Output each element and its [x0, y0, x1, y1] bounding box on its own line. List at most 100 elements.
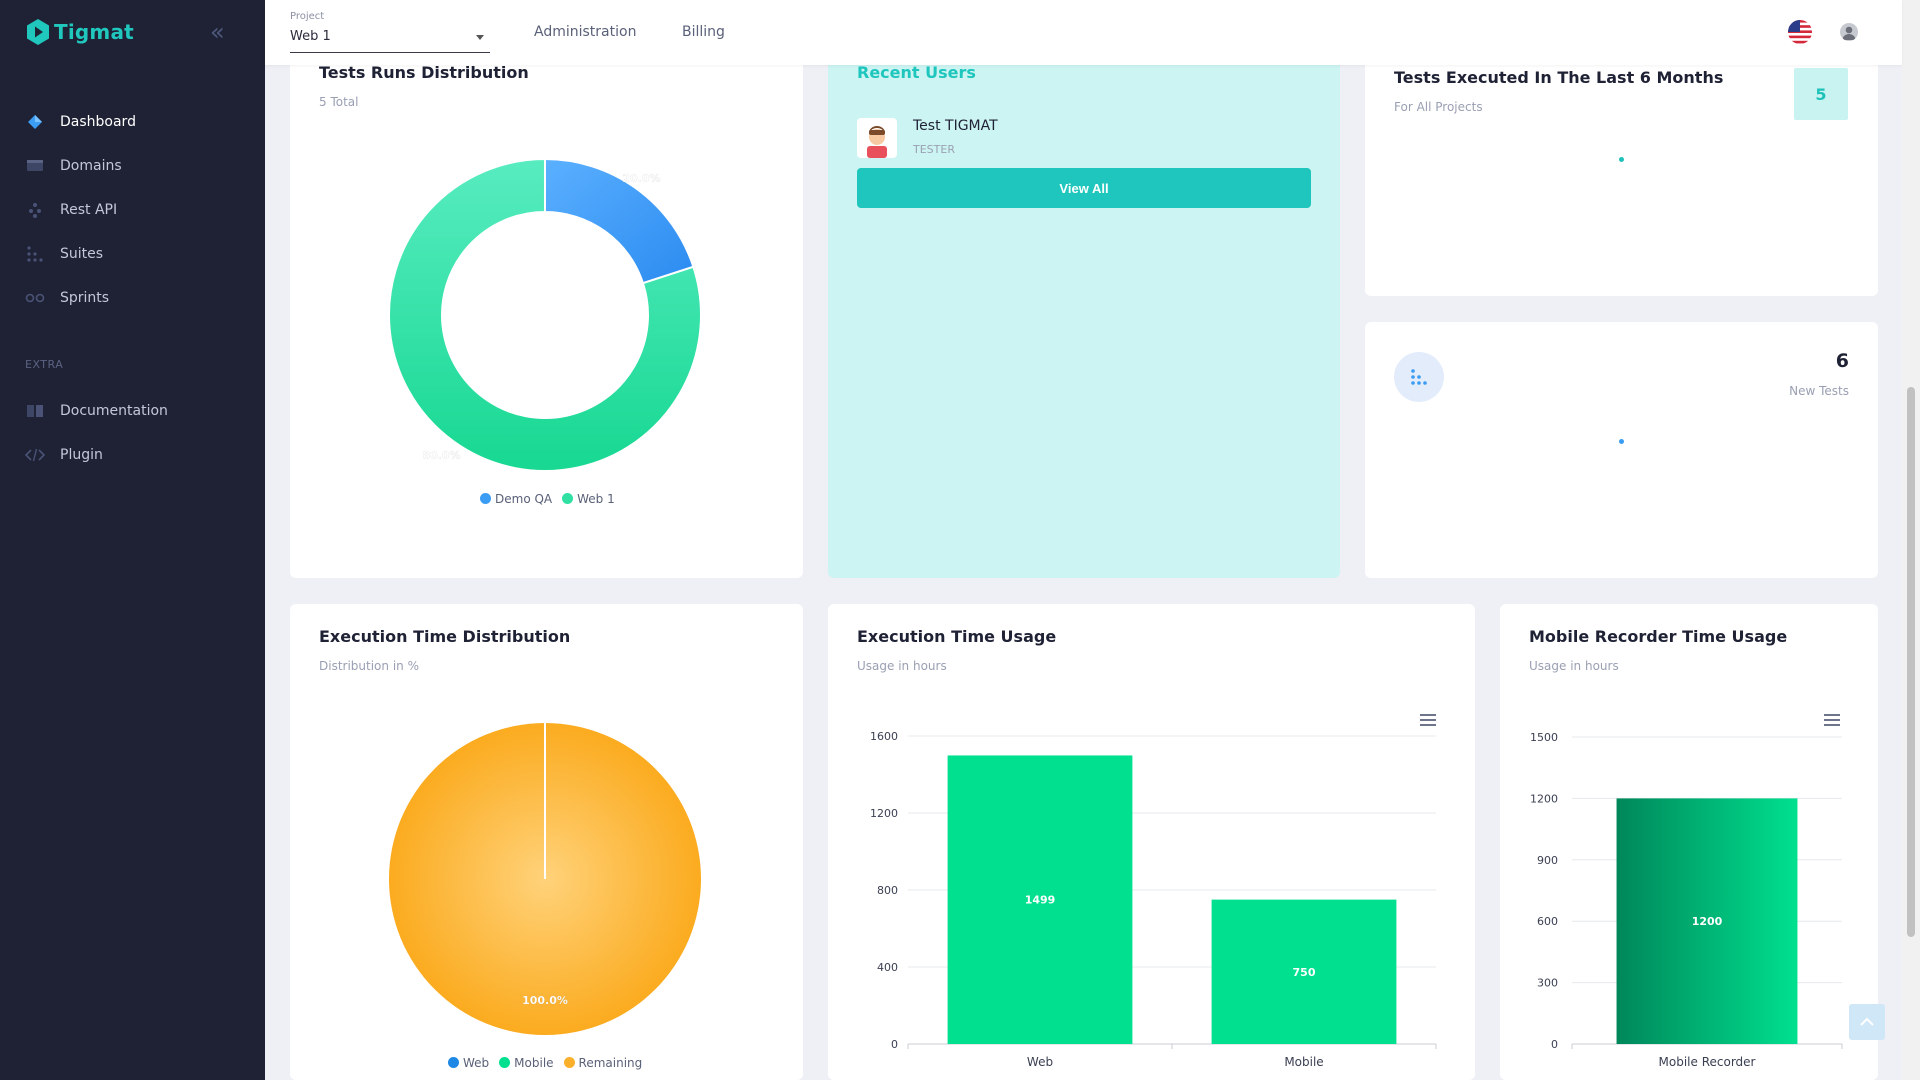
sidebar-item-plugin[interactable]: Plugin — [0, 433, 265, 477]
sidebar-item-documentation[interactable]: Documentation — [0, 389, 265, 433]
recent-user-role: TESTER — [913, 143, 955, 156]
test-runs-card: Tests Runs Distribution 5 Total 20.0% 80.… — [290, 40, 803, 578]
y-tick-label: 300 — [1537, 977, 1558, 990]
legend-item[interactable]: Remaining — [563, 1056, 643, 1070]
exec-dist-legend: Web Mobile Remaining — [448, 1056, 642, 1070]
legend-label: Web — [463, 1056, 490, 1070]
sidebar-item-label: Suites — [60, 246, 104, 262]
sidebar-item-rest-api[interactable]: Rest API — [0, 188, 265, 232]
sidebar-item-dashboard[interactable]: Dashboard — [0, 100, 265, 144]
x-tick-label: Mobile — [1284, 1055, 1323, 1069]
user-avatar-image — [857, 118, 897, 158]
administration-link[interactable]: Administration — [534, 24, 636, 40]
sidebar-item-suites[interactable]: Suites — [0, 232, 265, 276]
sidebar-item-label: Plugin — [60, 447, 103, 463]
bar-data-label: 1499 — [1025, 894, 1056, 907]
back-to-top-button[interactable] — [1849, 1004, 1885, 1040]
card-title: Tests Runs Distribution — [319, 63, 529, 82]
sidebar: Tigmat « Dashboard Domains Rest API Suit — [0, 0, 265, 1080]
chevron-up-icon — [1860, 1017, 1874, 1026]
brand-logo[interactable]: Tigmat — [26, 18, 134, 46]
y-tick-label: 1200 — [870, 807, 898, 820]
api-nodes-icon — [25, 200, 45, 220]
sidebar-item-sprints[interactable]: Sprints — [0, 276, 265, 320]
new-tests-label: New Tests — [1789, 384, 1849, 398]
sparkline-point — [1619, 157, 1624, 162]
project-select[interactable]: Web 1 — [290, 29, 490, 53]
donut-data-label: 20.0% — [622, 172, 660, 185]
exec-usage-card: Execution Time Usage Usage in hours 0 400… — [828, 604, 1475, 1080]
legend-dot — [448, 1057, 459, 1068]
user-avatar-icon[interactable] — [1840, 23, 1858, 41]
legend-item[interactable]: Web — [448, 1056, 489, 1070]
y-tick-label: 400 — [877, 961, 898, 974]
brand-name: Tigmat — [54, 20, 134, 44]
us-flag-icon[interactable] — [1788, 20, 1812, 44]
tests-executed-card: Tests Executed In The Last 6 Months For … — [1365, 40, 1878, 296]
exec-dist-card: Execution Time Distribution Distribution… — [290, 604, 803, 1080]
sparkline-point — [1619, 439, 1624, 444]
legend-item[interactable]: Demo QA — [480, 492, 552, 506]
legend-item[interactable]: Mobile — [499, 1056, 554, 1070]
topbar: Project Web 1 Administration Billing — [265, 0, 1902, 65]
sidebar-item-label: Documentation — [60, 403, 168, 419]
diamond-icon — [25, 112, 45, 132]
new-tests-card: 6 New Tests — [1365, 322, 1878, 578]
legend-dot — [480, 493, 491, 504]
legend-label: Remaining — [578, 1056, 643, 1070]
y-tick-label: 600 — [1537, 915, 1558, 928]
y-tick-label: 0 — [1551, 1038, 1558, 1051]
card-title: Tests Executed In The Last 6 Months — [1394, 68, 1724, 87]
billing-link[interactable]: Billing — [682, 24, 725, 40]
sidebar-item-label: Sprints — [60, 290, 110, 306]
donut-slice — [544, 157, 695, 285]
x-tick-label: Web — [1027, 1055, 1053, 1069]
exec-usage-bar-chart: 0 400 800 1200 1600 1499 Web 750 Mobile — [870, 730, 1437, 1069]
y-tick-label: 1600 — [870, 730, 898, 743]
card-title: Recent Users — [857, 63, 976, 82]
tigmat-logo-icon — [27, 19, 49, 45]
project-label: Project — [290, 11, 325, 22]
code-icon — [25, 445, 45, 465]
page-scrollbar-thumb[interactable] — [1907, 387, 1915, 937]
card-subtitle: For All Projects — [1394, 100, 1483, 114]
test-runs-donut-chart: 20.0% 80.0% — [388, 157, 702, 472]
test-runs-legend: Demo QA Web 1 — [480, 492, 615, 506]
recent-user-name[interactable]: Test TIGMAT — [913, 118, 998, 134]
donut-data-label: 80.0% — [422, 449, 460, 462]
legend-label: Demo QA — [495, 492, 553, 506]
mobile-usage-card: Mobile Recorder Time Usage Usage in hour… — [1500, 604, 1878, 1080]
y-tick-label: 1500 — [1530, 731, 1558, 744]
legend-dot — [562, 493, 574, 504]
recent-users-card: Recent Users Test TIGMAT TESTER View All — [828, 40, 1340, 578]
card-subtitle: 5 Total — [319, 95, 359, 109]
sidebar-item-label: Dashboard — [60, 114, 136, 130]
y-tick-label: 0 — [891, 1038, 898, 1051]
legend-item[interactable]: Web 1 — [562, 492, 615, 506]
exec-dist-pie-chart: 100.0% — [389, 723, 701, 1035]
sidebar-item-label: Rest API — [60, 202, 118, 218]
bar-data-label: 1200 — [1692, 915, 1723, 928]
bar-data-label: 750 — [1293, 966, 1316, 979]
card-subtitle: Distribution in % — [319, 659, 419, 673]
pie-data-label: 100.0% — [522, 994, 568, 1007]
sidebar-item-domains[interactable]: Domains — [0, 144, 265, 188]
y-tick-label: 800 — [877, 884, 898, 897]
x-tick-label: Mobile Recorder — [1659, 1055, 1756, 1069]
legend-label: Mobile — [514, 1056, 554, 1070]
y-tick-label: 1200 — [1530, 792, 1558, 805]
monitor-icon — [25, 156, 45, 176]
sidebar-nav: Dashboard Domains Rest API Suites Sprint… — [0, 100, 265, 477]
collapse-sidebar-icon[interactable]: « — [210, 20, 225, 44]
caret-down-icon — [476, 35, 484, 40]
sidebar-section-extra: EXTRA — [25, 358, 64, 371]
new-tests-value: 6 — [1835, 350, 1849, 372]
tests-executed-count-badge: 5 — [1794, 68, 1848, 120]
project-select-value: Web 1 — [290, 29, 331, 44]
card-title: Execution Time Distribution — [319, 627, 571, 646]
legend-label: Web 1 — [577, 492, 615, 506]
view-all-button[interactable]: View All — [857, 168, 1311, 208]
sprint-circles-icon — [25, 288, 45, 308]
mobile-usage-bar-chart: 0 300 600 900 1200 1500 1200 Mobile Recorder — [1530, 731, 1843, 1069]
new-tests-icon — [1394, 352, 1444, 402]
